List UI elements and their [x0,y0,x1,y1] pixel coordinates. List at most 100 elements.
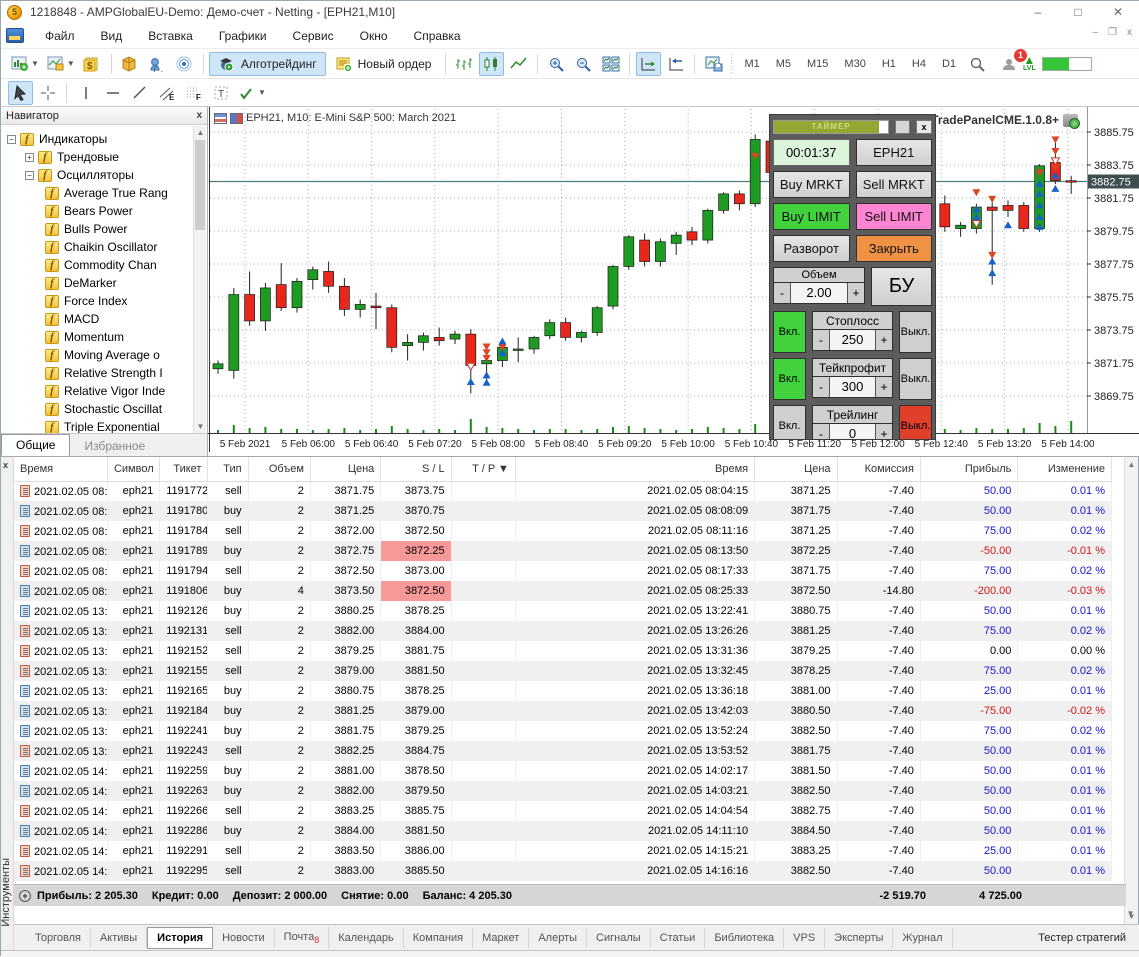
tree-item-triple-exponential[interactable]: f Triple Exponential [1,418,193,433]
disable-button[interactable]: Выкл. [899,311,932,353]
history-row[interactable]: 2021.02.05 08:...eph211191794...sell2387… [14,561,1112,581]
timeframe-D1[interactable]: D1 [934,55,964,73]
tree-item-momentum[interactable]: f Momentum [1,328,193,346]
scroll-up-icon[interactable]: ▲ [194,126,207,139]
navigator-scrollbar[interactable]: ▲ ▼ [193,126,206,433]
стоплосс-value[interactable]: 250 [830,330,875,350]
bottom-tab-Новости[interactable]: Новости [213,927,275,948]
tree-item-macd[interactable]: f MACD [1,310,193,328]
zoom-in-icon[interactable] [544,52,569,76]
enable-button[interactable]: Вкл. [773,358,806,400]
autoscroll-icon[interactable] [636,51,662,76]
text-icon[interactable]: T [208,81,233,105]
history-row[interactable]: 2021.02.05 13:...eph211192165...buy23880… [14,681,1112,701]
collapse-icon[interactable]: − [7,134,16,144]
menu-Графики[interactable]: Графики [206,25,280,47]
breakeven-button[interactable]: БУ [871,267,932,306]
chart-window[interactable]: 3885.75 3883.75 3881.75 3879.75 3877.75 3875.… [208,107,1139,456]
collapse-icon[interactable]: − [25,170,34,180]
column-header-2[interactable]: Тикет [159,457,209,482]
bottom-tab-Активы[interactable]: Активы [91,927,148,948]
navigator-close-icon[interactable]: x [196,110,202,121]
enable-button[interactable]: Вкл. [773,311,806,353]
panel-close-button[interactable]: x [916,120,932,134]
bottom-tab-Библиотека[interactable]: Библиотека [705,927,785,948]
sell-market-button[interactable]: Sell MRKT [855,171,932,198]
bottom-tab-Маркет[interactable]: Маркет [473,927,530,948]
vline-icon[interactable] [73,81,98,105]
column-header-9[interactable]: Цена [754,457,838,482]
history-row[interactable]: 2021.02.05 13:...eph211192241...buy23881… [14,721,1112,741]
bottom-tab-Статьи[interactable]: Статьи [651,927,706,948]
history-row[interactable]: 2021.02.05 08:...eph211191784...sell2387… [14,521,1112,541]
column-header-10[interactable]: Комиссия [837,457,921,482]
bottom-tab-Журнал[interactable]: Журнал [893,927,953,948]
tree-item-relative-vigor-inde[interactable]: f Relative Vigor Inde [1,382,193,400]
hline-icon[interactable] [100,81,125,105]
cursor-icon[interactable] [8,80,33,105]
tree-item-relative-strength-i[interactable]: f Relative Strength I [1,364,193,382]
menu-Вставка[interactable]: Вставка [135,25,206,47]
sell-limit-button[interactable]: Sell LIMIT [855,203,932,230]
column-header-4[interactable]: Объем [248,457,311,482]
profiles-icon[interactable]: ▼ [44,52,78,76]
scroll-down-icon[interactable]: ▼ [194,420,207,433]
volume-minus-button[interactable]: - [774,283,791,303]
history-row[interactable]: 2021.02.05 14:...eph211192263...buy23882… [14,781,1112,801]
plus-button[interactable]: + [875,424,892,439]
timeframe-H1[interactable]: H1 [874,55,904,73]
search-icon[interactable] [965,52,990,76]
fibo-icon[interactable]: F [181,81,206,105]
history-row[interactable]: 2021.02.05 13:...eph211192184...buy23881… [14,701,1112,721]
history-row[interactable]: 2021.02.05 13:...eph211192131...sell2388… [14,621,1112,641]
tree-item-commodity-chan[interactable]: f Commodity Chan [1,256,193,274]
history-row[interactable]: 2021.02.05 14:...eph211192266...sell2388… [14,801,1112,821]
column-header-11[interactable]: Прибыль [920,457,1019,482]
menu-Справка[interactable]: Справка [401,25,474,47]
new-chart-icon[interactable]: ▼ [8,52,42,76]
signals-icon[interactable] [172,52,197,76]
bottom-tab-Алерты[interactable]: Алерты [529,927,588,948]
maximize-button[interactable]: □ [1058,1,1098,23]
line-icon[interactable] [506,52,531,76]
new-order-button[interactable]: Новый ордер [326,52,441,76]
menu-Сервис[interactable]: Сервис [280,25,347,47]
column-header-5[interactable]: Цена [310,457,382,482]
column-header-1[interactable]: Символ [107,457,161,482]
navigator-tab-Общие[interactable]: Общие [1,434,71,456]
tree-item-force-index[interactable]: f Force Index [1,292,193,310]
disable-button[interactable]: Выкл. [899,405,932,439]
depth-of-market-icon[interactable] [214,112,227,124]
navigator-tab-Избранное[interactable]: Избранное [70,436,159,456]
minus-button[interactable]: - [813,330,830,350]
tree-item-stochastic-oscillat[interactable]: f Stochastic Oscillat [1,400,193,418]
shift-icon[interactable] [663,52,688,76]
tree-item-осцилляторы[interactable]: − f Осцилляторы [1,166,193,184]
volume-value[interactable]: 2.00 [791,283,847,303]
scroll-down-icon[interactable]: ▼ [1125,909,1136,921]
candles-icon[interactable] [479,51,505,76]
scroll-up-icon[interactable]: ▲ [1125,458,1138,471]
bottom-tab-Календарь[interactable]: Календарь [329,927,404,948]
bottom-tab-Компания[interactable]: Компания [404,927,474,948]
history-icon[interactable] [118,52,143,76]
bottom-tab-Торговля[interactable]: Торговля [26,927,91,948]
minus-button[interactable]: - [813,377,830,397]
history-row[interactable]: 2021.02.05 13:...eph211192155...sell2387… [14,661,1112,681]
bars-icon[interactable] [452,52,477,76]
tree-item-трендовые[interactable]: + f Трендовые [1,148,193,166]
column-header-6[interactable]: S / L [380,457,452,482]
one-click-trading-icon[interactable] [230,112,243,124]
history-row[interactable]: 2021.02.05 08:...eph211191789...buy23872… [14,541,1112,561]
tree-item-moving-average-o[interactable]: f Moving Average o [1,346,193,364]
bottom-tab-VPS[interactable]: VPS [784,927,826,948]
plus-button[interactable]: + [875,330,892,350]
column-header-0[interactable]: Время [14,457,108,482]
accounts-icon[interactable]: $ [80,52,105,76]
tree-item-индикаторы[interactable]: − f Индикаторы [1,130,193,148]
community-icon[interactable]: 1 [997,48,1028,76]
history-row[interactable]: 2021.02.05 08:...eph211191772...sell2387… [14,481,1112,501]
timeframe-H4[interactable]: H4 [904,55,934,73]
candlestick-chart[interactable]: 3885.75 3883.75 3881.75 3879.75 3877.75 3875.… [208,107,1139,456]
tree-item-average-true-rang[interactable]: f Average True Rang [1,184,193,202]
